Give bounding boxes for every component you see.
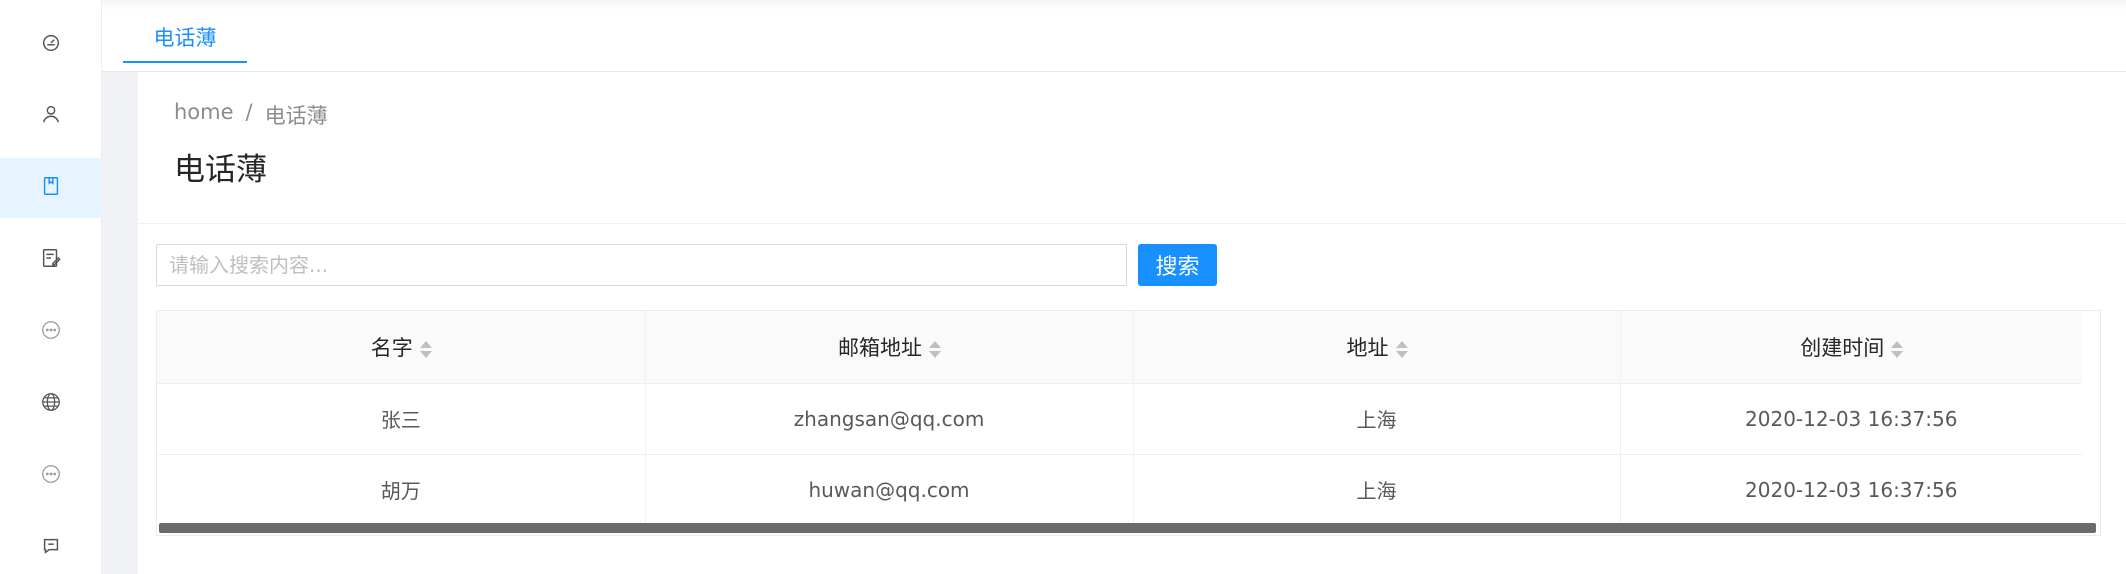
table-row[interactable]: 胡万 huwan@qq.com 上海 2020-12-03 16:37:56: [157, 454, 2082, 526]
breadcrumb: home / 电话薄: [174, 100, 328, 130]
cell-email: huwan@qq.com: [645, 454, 1134, 526]
top-tab-bar: 电话薄: [102, 0, 2126, 72]
chat-bubble-icon: [40, 463, 62, 489]
sort-icon[interactable]: [928, 339, 941, 359]
tab-phonebook[interactable]: 电话薄: [123, 20, 247, 64]
main-content: 搜索 名字 邮箱地址 地址 创建时间 张三 zhan: [138, 224, 2126, 574]
sidebar-item-globe[interactable]: [0, 374, 101, 434]
globe-icon: [40, 391, 62, 417]
dashboard-icon: [40, 31, 62, 57]
column-header-name[interactable]: 名字: [157, 311, 646, 384]
edit-document-icon: [40, 247, 62, 273]
cell-created: 2020-12-03 16:37:56: [1620, 383, 2082, 455]
search-button[interactable]: 搜索: [1138, 244, 1217, 286]
cell-name: 胡万: [157, 454, 646, 526]
column-header-label: 地址: [1346, 335, 1389, 360]
book-icon: [40, 175, 62, 201]
cell-email: zhangsan@qq.com: [645, 383, 1134, 455]
page-title: 电话薄: [174, 152, 267, 188]
breadcrumb-separator: /: [245, 100, 253, 124]
search-input[interactable]: [156, 244, 1127, 286]
sidebar-item-user[interactable]: [0, 86, 101, 146]
sidebar-item-message[interactable]: [0, 518, 101, 574]
cell-address: 上海: [1133, 454, 1621, 526]
app-root: 电话薄 home / 电话薄 电话薄 搜索 名字 邮箱地址 地址: [0, 0, 2126, 574]
sidebar: [0, 0, 102, 574]
sort-icon[interactable]: [1395, 339, 1408, 359]
cell-address: 上海: [1133, 383, 1621, 455]
sidebar-item-dashboard[interactable]: [0, 14, 101, 74]
column-header-address[interactable]: 地址: [1133, 311, 1621, 384]
horizontal-scrollbar[interactable]: [159, 523, 2096, 533]
sidebar-item-edit[interactable]: [0, 230, 101, 290]
contacts-table: 名字 邮箱地址 地址 创建时间 张三 zhangsan@qq.com 上海 20…: [156, 310, 2101, 536]
breadcrumb-current: 电话薄: [264, 104, 328, 128]
user-icon: [40, 103, 62, 129]
sidebar-item-chat-2[interactable]: [0, 446, 101, 506]
sort-icon[interactable]: [419, 339, 432, 359]
sidebar-item-chat[interactable]: [0, 302, 101, 362]
column-header-label: 名字: [370, 335, 413, 360]
breadcrumb-home[interactable]: home: [174, 100, 234, 130]
page-gutter: [102, 72, 138, 574]
cell-created: 2020-12-03 16:37:56: [1620, 454, 2082, 526]
column-header-email[interactable]: 邮箱地址: [645, 311, 1134, 384]
column-header-label: 创建时间: [1800, 335, 1885, 360]
column-header-created[interactable]: 创建时间: [1620, 311, 2082, 384]
chat-bubble-icon: [40, 319, 62, 345]
sidebar-item-phonebook[interactable]: [0, 158, 101, 218]
message-icon: [40, 535, 62, 561]
tab-active-indicator: [123, 61, 247, 63]
sort-icon[interactable]: [1890, 339, 1904, 359]
table-header-row: 名字 邮箱地址 地址 创建时间: [157, 311, 2082, 384]
column-header-label: 邮箱地址: [838, 335, 922, 360]
top-shadow: [102, 0, 2126, 11]
table-row[interactable]: 张三 zhangsan@qq.com 上海 2020-12-03 16:37:5…: [157, 383, 2082, 455]
page-header: home / 电话薄 电话薄: [138, 72, 2126, 224]
cell-name: 张三: [157, 383, 646, 455]
